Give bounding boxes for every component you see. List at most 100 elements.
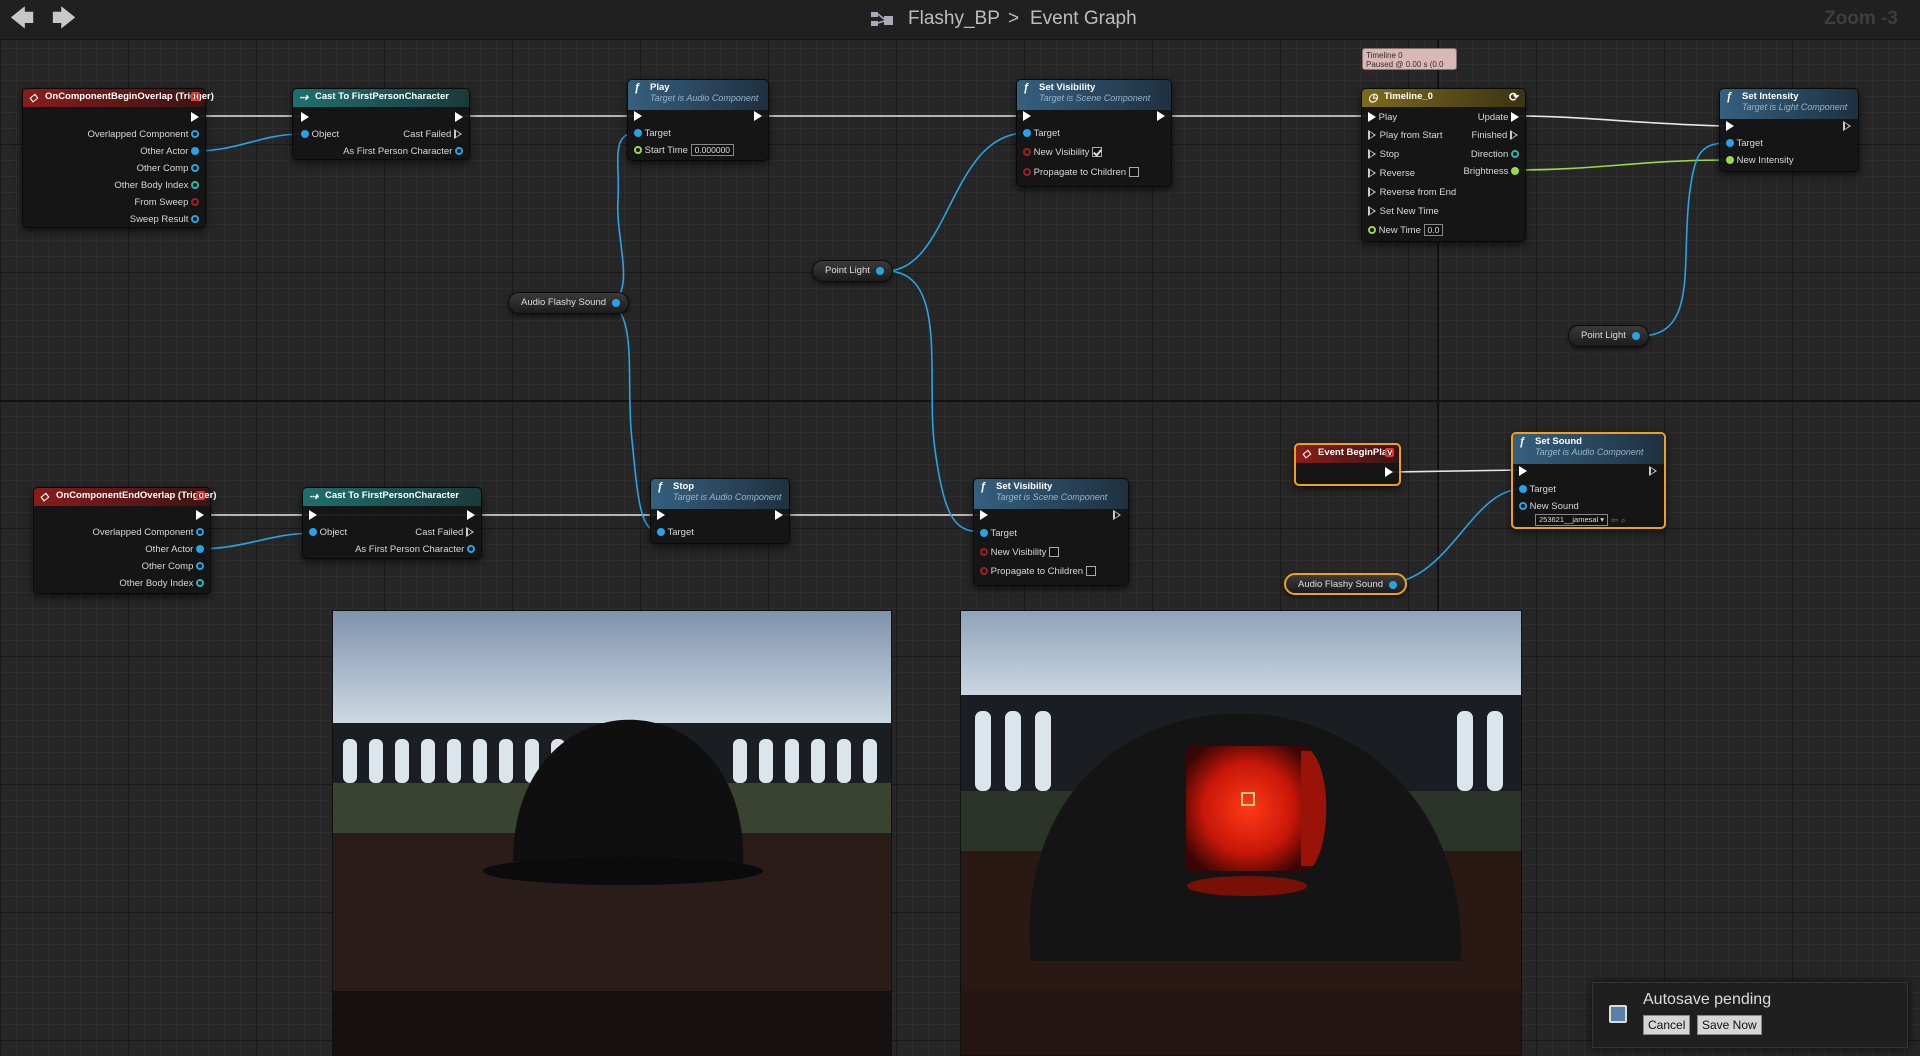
exec-in-pin[interactable] xyxy=(1519,465,1527,479)
exec-out-pin[interactable] xyxy=(1649,465,1658,479)
exec-in-pin[interactable] xyxy=(657,509,665,523)
pin-reverse[interactable]: Reverse xyxy=(1368,167,1415,181)
pin-new-visibility[interactable]: New Visibility xyxy=(1023,146,1103,160)
exec-out-pin[interactable] xyxy=(467,509,475,523)
delegate-pin[interactable] xyxy=(196,491,205,500)
exec-out-pin[interactable] xyxy=(775,509,783,523)
pin-as-first-person-character[interactable]: As First Person Character xyxy=(343,145,463,159)
var-audio-flashy-sound[interactable]: Audio Flashy Sound xyxy=(508,292,630,314)
exec-out-pin[interactable] xyxy=(1113,509,1122,523)
var-out-pin[interactable] xyxy=(1631,332,1640,340)
exec-in-pin[interactable] xyxy=(1726,120,1734,134)
node-on-component-begin-overlap[interactable]: ◇ OnComponentBeginOverlap (Trigger) Over… xyxy=(22,88,214,228)
pin-play[interactable]: Play xyxy=(1368,111,1397,125)
pin-start-time[interactable]: Start Time 0.000000 xyxy=(634,144,735,158)
breadcrumb-blueprint[interactable]: Flashy_BP xyxy=(908,8,1000,30)
pin-target[interactable]: Target xyxy=(634,127,671,141)
pin-target[interactable]: Target xyxy=(1726,137,1763,151)
pin-update[interactable]: Update xyxy=(1478,111,1519,125)
pin-from-sweep[interactable]: From Sweep xyxy=(135,196,199,210)
var-point-light-2[interactable]: Point Light xyxy=(1568,325,1649,347)
pin-reverse-from-end[interactable]: Reverse from End xyxy=(1368,186,1456,200)
var-audio-flashy-sound-2[interactable]: Audio Flashy Sound xyxy=(1284,573,1408,595)
pin-overlapped-component[interactable]: Overlapped Component xyxy=(87,128,199,142)
pin-other-actor[interactable]: Other Actor xyxy=(145,543,204,557)
save-now-button[interactable]: Save Now xyxy=(1697,1015,1762,1035)
node-subtitle: Target is Audio Component xyxy=(673,492,782,502)
node-play[interactable]: ƒ Play Target is Audio Component Target … xyxy=(627,79,769,161)
pin-other-actor[interactable]: Other Actor xyxy=(140,145,199,159)
exec-out-pin[interactable] xyxy=(1843,120,1852,134)
pin-object[interactable]: Object xyxy=(309,526,347,540)
pin-finished[interactable]: Finished xyxy=(1471,129,1519,143)
var-out-pin[interactable] xyxy=(1389,581,1398,589)
delegate-pin[interactable] xyxy=(191,92,200,101)
new-visibility-checkbox[interactable] xyxy=(1049,547,1060,558)
node-on-component-end-overlap[interactable]: ◇ OnComponentEndOverlap (Trigger) Overla… xyxy=(33,487,216,594)
pin-new-visibility[interactable]: New Visibility xyxy=(980,546,1060,560)
pin-new-time[interactable]: New Time 0.0 xyxy=(1368,224,1444,238)
exec-out-pin[interactable] xyxy=(455,111,463,125)
exec-in-pin[interactable] xyxy=(1023,110,1031,124)
pin-target[interactable]: Target xyxy=(980,527,1017,541)
var-out-pin[interactable] xyxy=(612,299,621,307)
node-cast-to-first-person-character-2[interactable]: ⇢ Cast To FirstPersonCharacter Object Ca… xyxy=(302,487,482,559)
pin-cast-failed[interactable]: Cast Failed xyxy=(403,128,463,142)
node-timeline[interactable]: ◷ Timeline_0 ⟳ Play Play from Start Stop… xyxy=(1361,88,1526,242)
node-subtitle: Target is Light Component xyxy=(1742,102,1848,112)
exec-out-pin[interactable] xyxy=(754,110,762,124)
sound-asset-dropdown[interactable]: 253621__jamesal ▾ ⇦ ⌕ xyxy=(1535,513,1626,527)
blueprint-graph-icon xyxy=(871,12,893,26)
propagate-checkbox[interactable] xyxy=(1085,566,1096,577)
pin-other-comp[interactable]: Other Comp xyxy=(142,560,204,574)
pin-play-from-start[interactable]: Play from Start xyxy=(1368,129,1442,143)
start-time-field[interactable]: 0.000000 xyxy=(690,144,735,157)
exec-out-pin[interactable] xyxy=(191,111,199,125)
node-cast-to-first-person-character[interactable]: ⇢ Cast To FirstPersonCharacter Object Ca… xyxy=(292,88,470,160)
breadcrumb-graph[interactable]: Event Graph xyxy=(1030,8,1137,30)
pin-target[interactable]: Target xyxy=(657,526,694,540)
cast-icon: ⇢ xyxy=(309,491,319,503)
pin-new-intensity[interactable]: New Intensity xyxy=(1726,154,1794,168)
pin-cast-failed[interactable]: Cast Failed xyxy=(415,526,475,540)
exec-in-pin[interactable] xyxy=(980,509,988,523)
pin-new-sound[interactable]: New Sound xyxy=(1519,500,1579,514)
pin-target[interactable]: Target xyxy=(1519,483,1556,497)
pin-object[interactable]: Object xyxy=(301,128,339,142)
node-event-begin-play[interactable]: ◇ Event BeginPlay xyxy=(1294,443,1401,486)
var-out-pin[interactable] xyxy=(875,267,884,275)
pin-direction[interactable]: Direction xyxy=(1471,148,1519,162)
exec-in-pin[interactable] xyxy=(301,111,309,125)
exec-out-pin[interactable] xyxy=(1157,110,1165,124)
new-time-field[interactable]: 0.0 xyxy=(1423,224,1444,237)
var-point-light[interactable]: Point Light xyxy=(812,260,893,282)
pin-set-new-time[interactable]: Set New Time xyxy=(1368,205,1439,219)
exec-in-pin[interactable] xyxy=(309,509,317,523)
pin-overlapped-component[interactable]: Overlapped Component xyxy=(92,526,204,540)
node-set-sound[interactable]: ƒ Set Sound Target is Audio Component Ta… xyxy=(1511,432,1666,529)
back-icon[interactable]: 🡄 xyxy=(8,6,36,32)
pin-stop[interactable]: Stop xyxy=(1368,148,1399,162)
pin-other-comp[interactable]: Other Comp xyxy=(137,162,199,176)
pin-propagate-to-children[interactable]: Propagate to Children xyxy=(1023,166,1139,180)
node-set-intensity[interactable]: ƒ Set Intensity Target is Light Componen… xyxy=(1719,88,1859,172)
node-stop[interactable]: ƒ Stop Target is Audio Component Target xyxy=(650,478,790,544)
propagate-checkbox[interactable] xyxy=(1128,167,1139,178)
pin-target[interactable]: Target xyxy=(1023,127,1060,141)
new-visibility-checkbox[interactable] xyxy=(1092,147,1103,158)
delegate-pin[interactable] xyxy=(1385,448,1394,457)
exec-out-pin[interactable] xyxy=(1385,466,1393,480)
browse-icon[interactable]: ⇦ ⌕ xyxy=(1611,515,1626,525)
pin-propagate-to-children[interactable]: Propagate to Children xyxy=(980,565,1096,579)
cancel-button[interactable]: Cancel xyxy=(1643,1015,1691,1035)
forward-icon[interactable]: 🡆 xyxy=(50,6,78,32)
pin-as-first-person-character[interactable]: As First Person Character xyxy=(355,543,475,557)
exec-in-pin[interactable] xyxy=(634,110,642,124)
node-set-visibility-2[interactable]: ƒ Set Visibility Target is Scene Compone… xyxy=(973,478,1129,586)
pin-sweep-result[interactable]: Sweep Result xyxy=(130,213,199,227)
exec-out-pin[interactable] xyxy=(196,509,204,523)
pin-other-body-index[interactable]: Other Body Index xyxy=(119,577,204,591)
node-set-visibility[interactable]: ƒ Set Visibility Target is Scene Compone… xyxy=(1016,79,1172,187)
pin-brightness[interactable]: Brightness xyxy=(1463,165,1519,179)
pin-other-body-index[interactable]: Other Body Index xyxy=(114,179,199,193)
